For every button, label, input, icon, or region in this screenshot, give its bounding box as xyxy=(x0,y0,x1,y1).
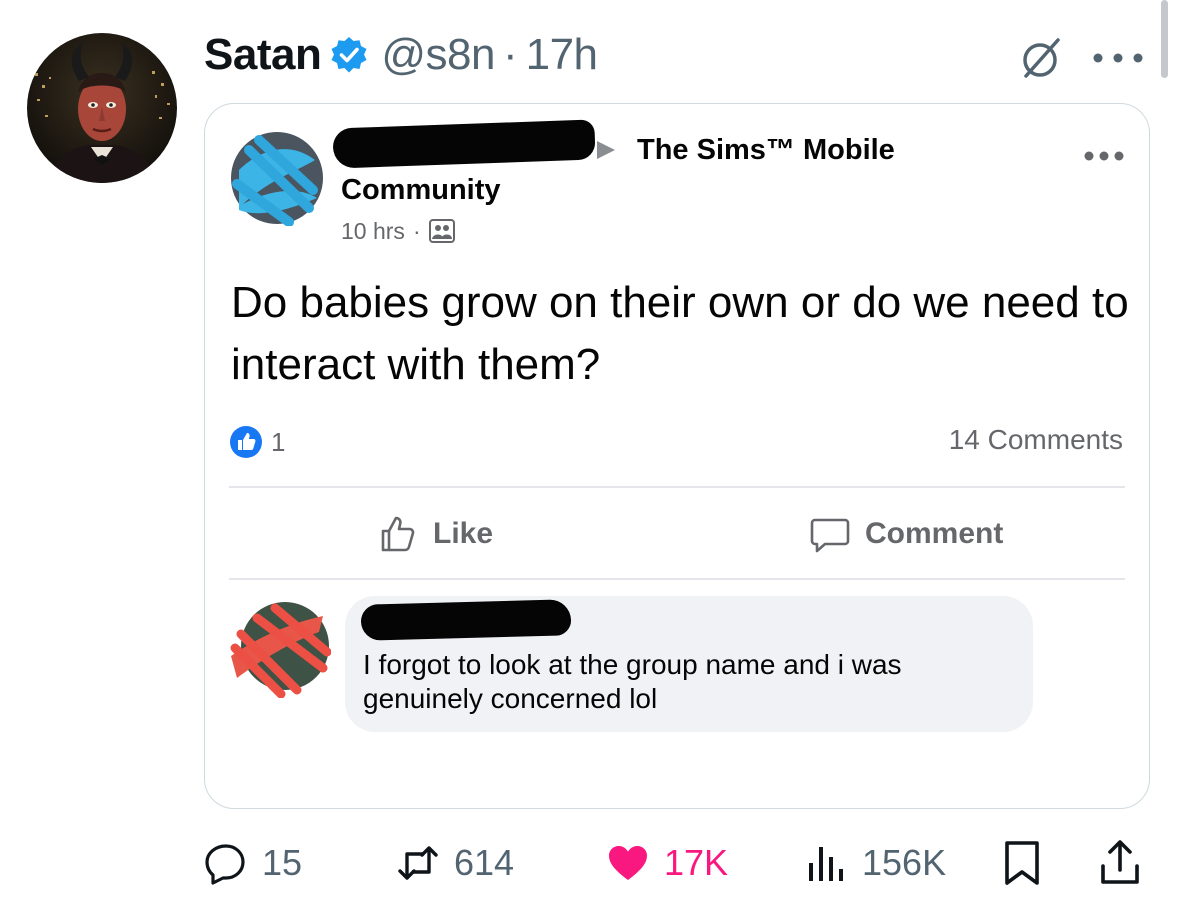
post-time: 10 hrs xyxy=(341,217,405,244)
comment-bubble: I forgot to look at the group name and i… xyxy=(345,596,1033,732)
retweet-count: 614 xyxy=(454,842,515,883)
heart-icon xyxy=(609,846,647,880)
fb-like-label: Like xyxy=(433,517,494,550)
commenter-avatar-scribbled xyxy=(230,602,331,698)
share-icon[interactable] xyxy=(1098,838,1142,886)
retweet-icon xyxy=(398,846,438,880)
comment-text: I forgot to look at the group name and i… xyxy=(363,649,902,714)
divider xyxy=(229,486,1125,488)
post-to-arrow-icon xyxy=(597,141,615,159)
meta-separator: · xyxy=(412,217,421,244)
grok-icon[interactable] xyxy=(1018,34,1066,82)
group-name: The Sims™ Mobile xyxy=(637,134,895,166)
views-chart-icon xyxy=(809,847,843,881)
redacted-commenter-name xyxy=(360,599,572,641)
fb-like-button: Like xyxy=(377,512,493,556)
author-avatar[interactable] xyxy=(27,33,177,183)
group-audience-icon xyxy=(428,219,455,243)
tweet-time[interactable]: 17h xyxy=(526,30,598,80)
fb-comment-button: Comment xyxy=(809,512,1003,556)
retweet-button[interactable]: 614 xyxy=(396,838,514,888)
more-options-icon[interactable] xyxy=(1090,50,1146,66)
post-text: Do babies grow on their own or do we nee… xyxy=(231,278,1129,389)
verified-badge-icon[interactable] xyxy=(329,35,369,75)
post-meta: 10 hrs · xyxy=(341,216,455,246)
author-handle[interactable]: @s8n xyxy=(381,30,495,80)
like-count-tweet: 17K xyxy=(664,842,729,883)
view-count: 156K xyxy=(862,842,947,883)
bookmark-icon[interactable] xyxy=(1002,840,1042,886)
poster-avatar-scribbled xyxy=(231,132,323,226)
comments-count: 14 Comments xyxy=(948,424,1123,455)
reply-button[interactable]: 15 xyxy=(204,838,302,888)
reaction-summary: 1 xyxy=(229,424,285,460)
fb-comment-label: Comment xyxy=(865,517,1004,550)
reply-icon xyxy=(205,844,245,885)
like-reaction-icon xyxy=(230,426,262,458)
scrollbar[interactable] xyxy=(1161,0,1168,78)
like-count: 1 xyxy=(271,426,286,457)
group-name-suffix: Community xyxy=(341,174,501,206)
divider xyxy=(229,578,1125,580)
embedded-image-card[interactable]: The Sims™ Mobile Community 10 hrs · Do b… xyxy=(204,103,1150,809)
like-button[interactable]: 17K xyxy=(606,838,728,888)
thumbs-up-icon xyxy=(381,516,415,552)
author-name[interactable]: Satan xyxy=(204,30,322,80)
comment-bubble-icon xyxy=(810,518,850,553)
redacted-poster-name xyxy=(332,119,596,169)
tweet-header: Satan @s8n · 17h xyxy=(204,30,598,80)
views-button[interactable]: 156K xyxy=(804,838,946,888)
reply-count: 15 xyxy=(262,842,303,883)
header-separator: · xyxy=(502,30,518,79)
post-more-icon xyxy=(1084,151,1124,161)
